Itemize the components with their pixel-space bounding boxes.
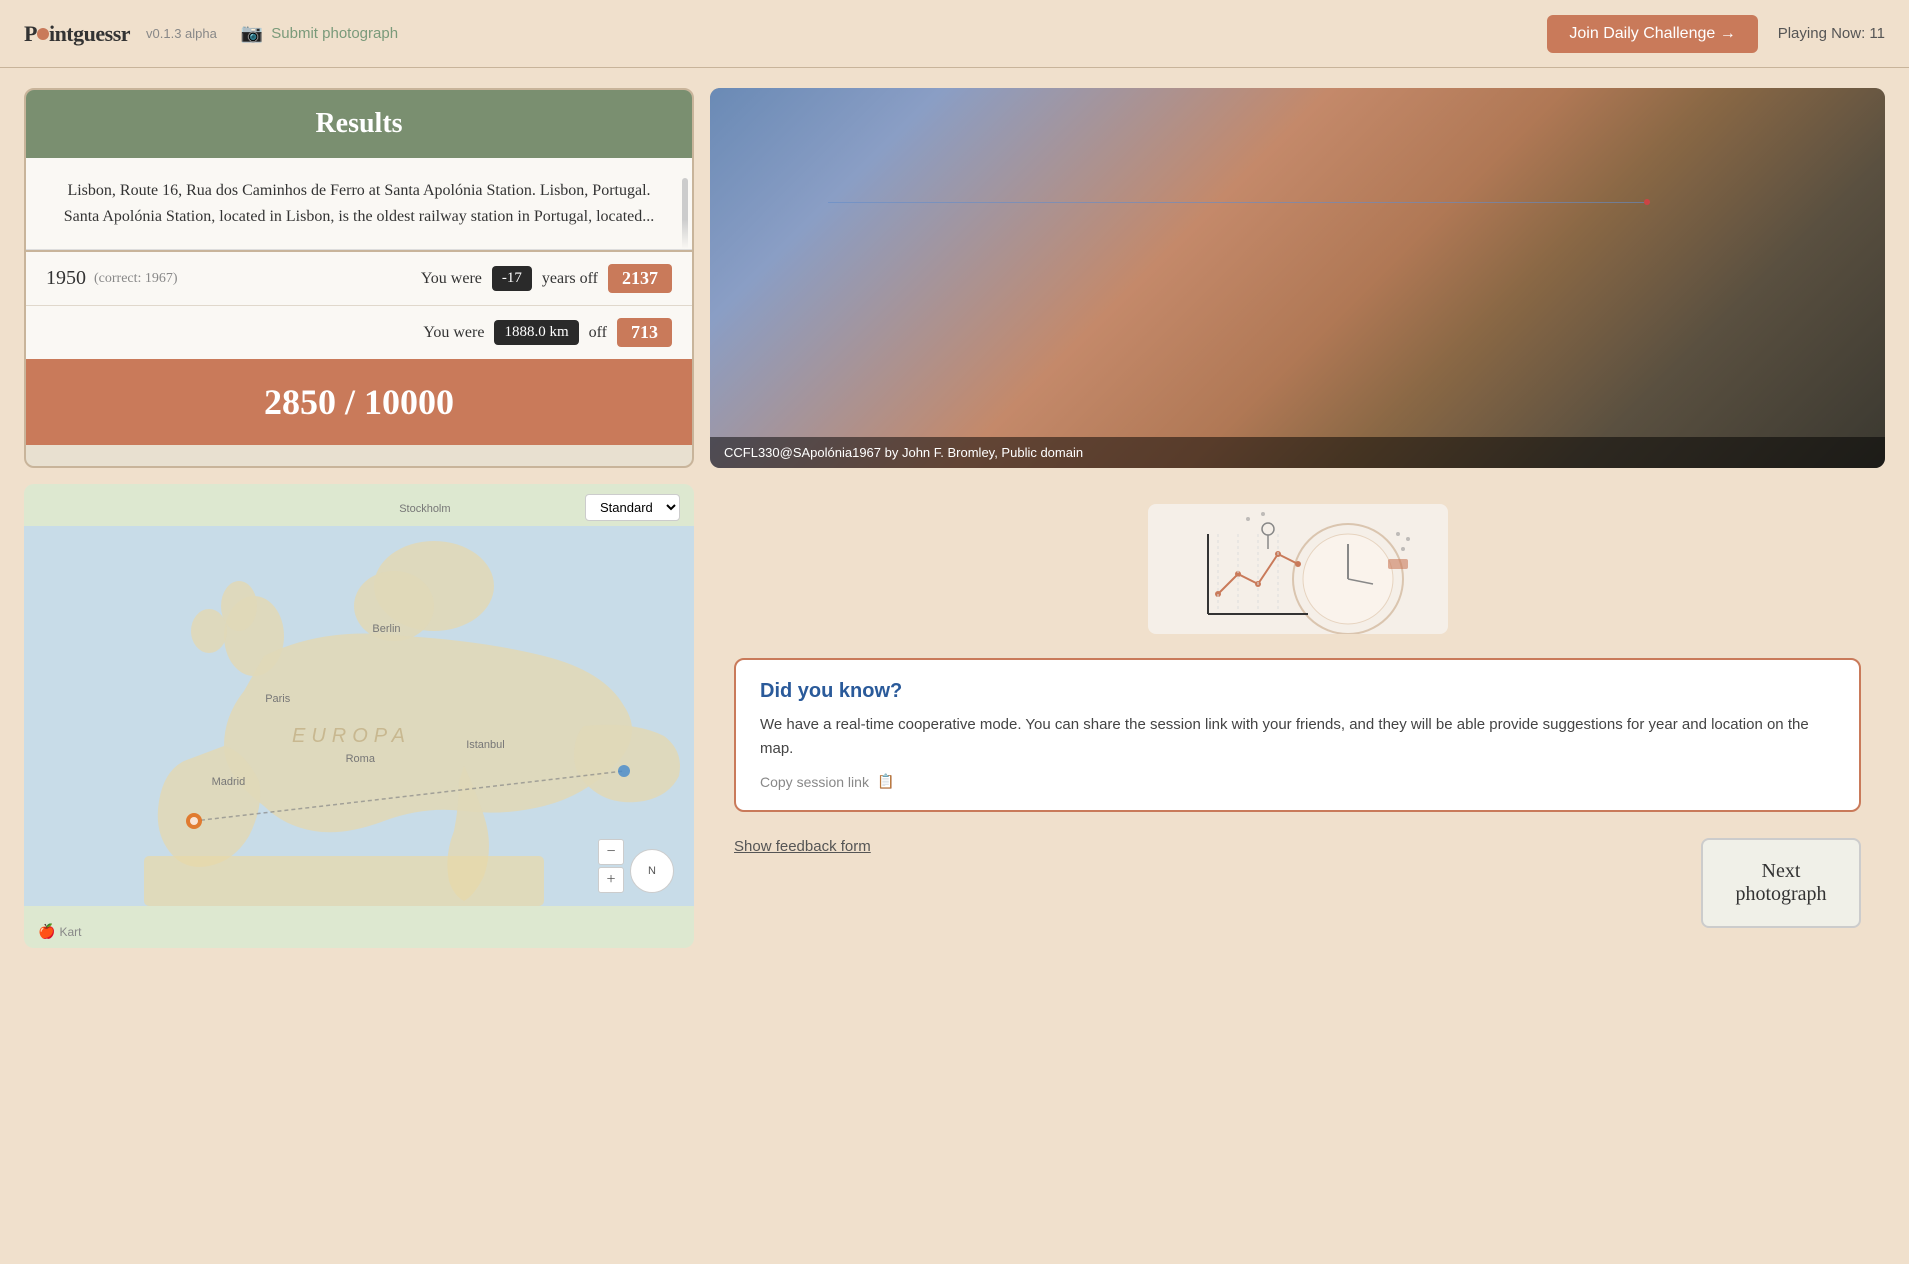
map-panel: EUROPA Stockholm Berlin Paris Madrid Rom… [24,484,694,948]
results-title: Results [315,108,402,139]
year-correct: (correct: 1967) [94,271,178,287]
total-score: 2850 / 10000 [26,359,692,445]
bottom-row: Show feedback form Next photograph [734,838,1861,928]
copy-icon: 📋 [877,773,894,790]
distance-suffix: off [589,324,607,342]
map-label-istanbul: Istanbul [466,739,505,751]
results-description: Lisbon, Route 16, Rua dos Caminhos de Fe… [26,158,692,250]
map-style-dropdown[interactable]: Standard Satellite Terrain [585,494,680,521]
distance-badge: 1888.0 km [494,320,578,345]
year-off-badge: -17 [492,266,532,291]
copy-session-link[interactable]: Copy session link 📋 [760,773,1835,790]
info-panel: Did you know? We have a real-time cooper… [710,484,1885,948]
next-photograph-button[interactable]: Next photograph [1701,838,1861,928]
map-svg [24,484,694,948]
map-background: EUROPA Stockholm Berlin Paris Madrid Rom… [24,484,694,948]
map-label-madrid: Madrid [212,776,246,788]
results-header: Results [26,90,692,158]
show-feedback-link[interactable]: Show feedback form [734,838,871,855]
illustration-area [734,504,1861,634]
year-off-label: You were [421,270,482,288]
main-content: Results Lisbon, Route 16, Rua dos Caminh… [0,68,1909,968]
map-zoom-out-button[interactable]: + [598,867,624,893]
header-right: Join Daily Challenge → Playing Now: 11 [1547,15,1885,53]
photo-line [828,202,1651,203]
map-zoom-controls: − + [598,839,624,893]
camera-icon: 📷 [241,23,263,44]
playing-now-label: Playing Now: 11 [1778,25,1885,42]
copy-session-label: Copy session link [760,774,869,790]
logo: Pintguessr [24,21,130,47]
year-row: 1950 (correct: 1967) You were -17 years … [26,250,692,305]
map-label-stockholm: Stockholm [399,503,450,515]
map-label-berlin: Berlin [372,623,400,635]
logo-area: Pintguessr v0.1.3 alpha [24,21,217,47]
photo-dot [1644,199,1650,205]
results-panel: Results Lisbon, Route 16, Rua dos Caminh… [24,88,694,468]
year-score-badge: 2137 [608,264,672,293]
did-you-know-title: Did you know? [760,680,1835,703]
total-score-value: 2850 / 10000 [264,382,454,422]
distance-score-badge: 713 [617,318,672,347]
illustration-svg [1148,504,1448,634]
did-you-know-text: We have a real-time cooperative mode. Yo… [760,713,1835,761]
join-challenge-button[interactable]: Join Daily Challenge → [1547,15,1757,53]
year-result: You were -17 years off 2137 [421,264,672,293]
year-guess: 1950 [46,267,86,290]
header: Pintguessr v0.1.3 alpha 📷 Submit photogr… [0,0,1909,68]
next-photo-line2: photograph [1735,883,1826,905]
submit-photo-link[interactable]: 📷 Submit photograph [241,23,398,44]
did-you-know-card: Did you know? We have a real-time cooper… [734,658,1861,812]
map-credit-label: Kart [59,925,81,939]
scrollbar[interactable] [682,178,688,250]
map-label-europa: EUROPA [292,725,411,748]
distance-row: You were 1888.0 km off 713 [26,305,692,359]
map-credit: 🍎 Kart [38,923,81,940]
next-photo-line1: Next [1762,860,1801,882]
logo-dot [37,28,49,40]
map-label-roma: Roma [346,753,375,765]
distance-label: You were [423,324,484,342]
version-badge: v0.1.3 alpha [146,26,217,41]
photo-gradient: CCFL330@SApolónia1967 by John F. Bromley… [710,88,1885,468]
map-zoom-in-button[interactable]: − [598,839,624,865]
results-description-text: Lisbon, Route 16, Rua dos Caminhos de Fe… [64,182,655,225]
photo-panel: CCFL330@SApolónia1967 by John F. Bromley… [710,88,1885,468]
map-label-paris: Paris [265,693,290,705]
bottom-left: Show feedback form [734,838,1681,856]
map-credit-icon: 🍎 [38,923,55,940]
year-off-suffix: years off [542,270,598,288]
submit-photo-label: Submit photograph [271,25,398,42]
photo-credit: CCFL330@SApolónia1967 by John F. Bromley… [710,437,1885,468]
map-compass: N [630,849,674,893]
